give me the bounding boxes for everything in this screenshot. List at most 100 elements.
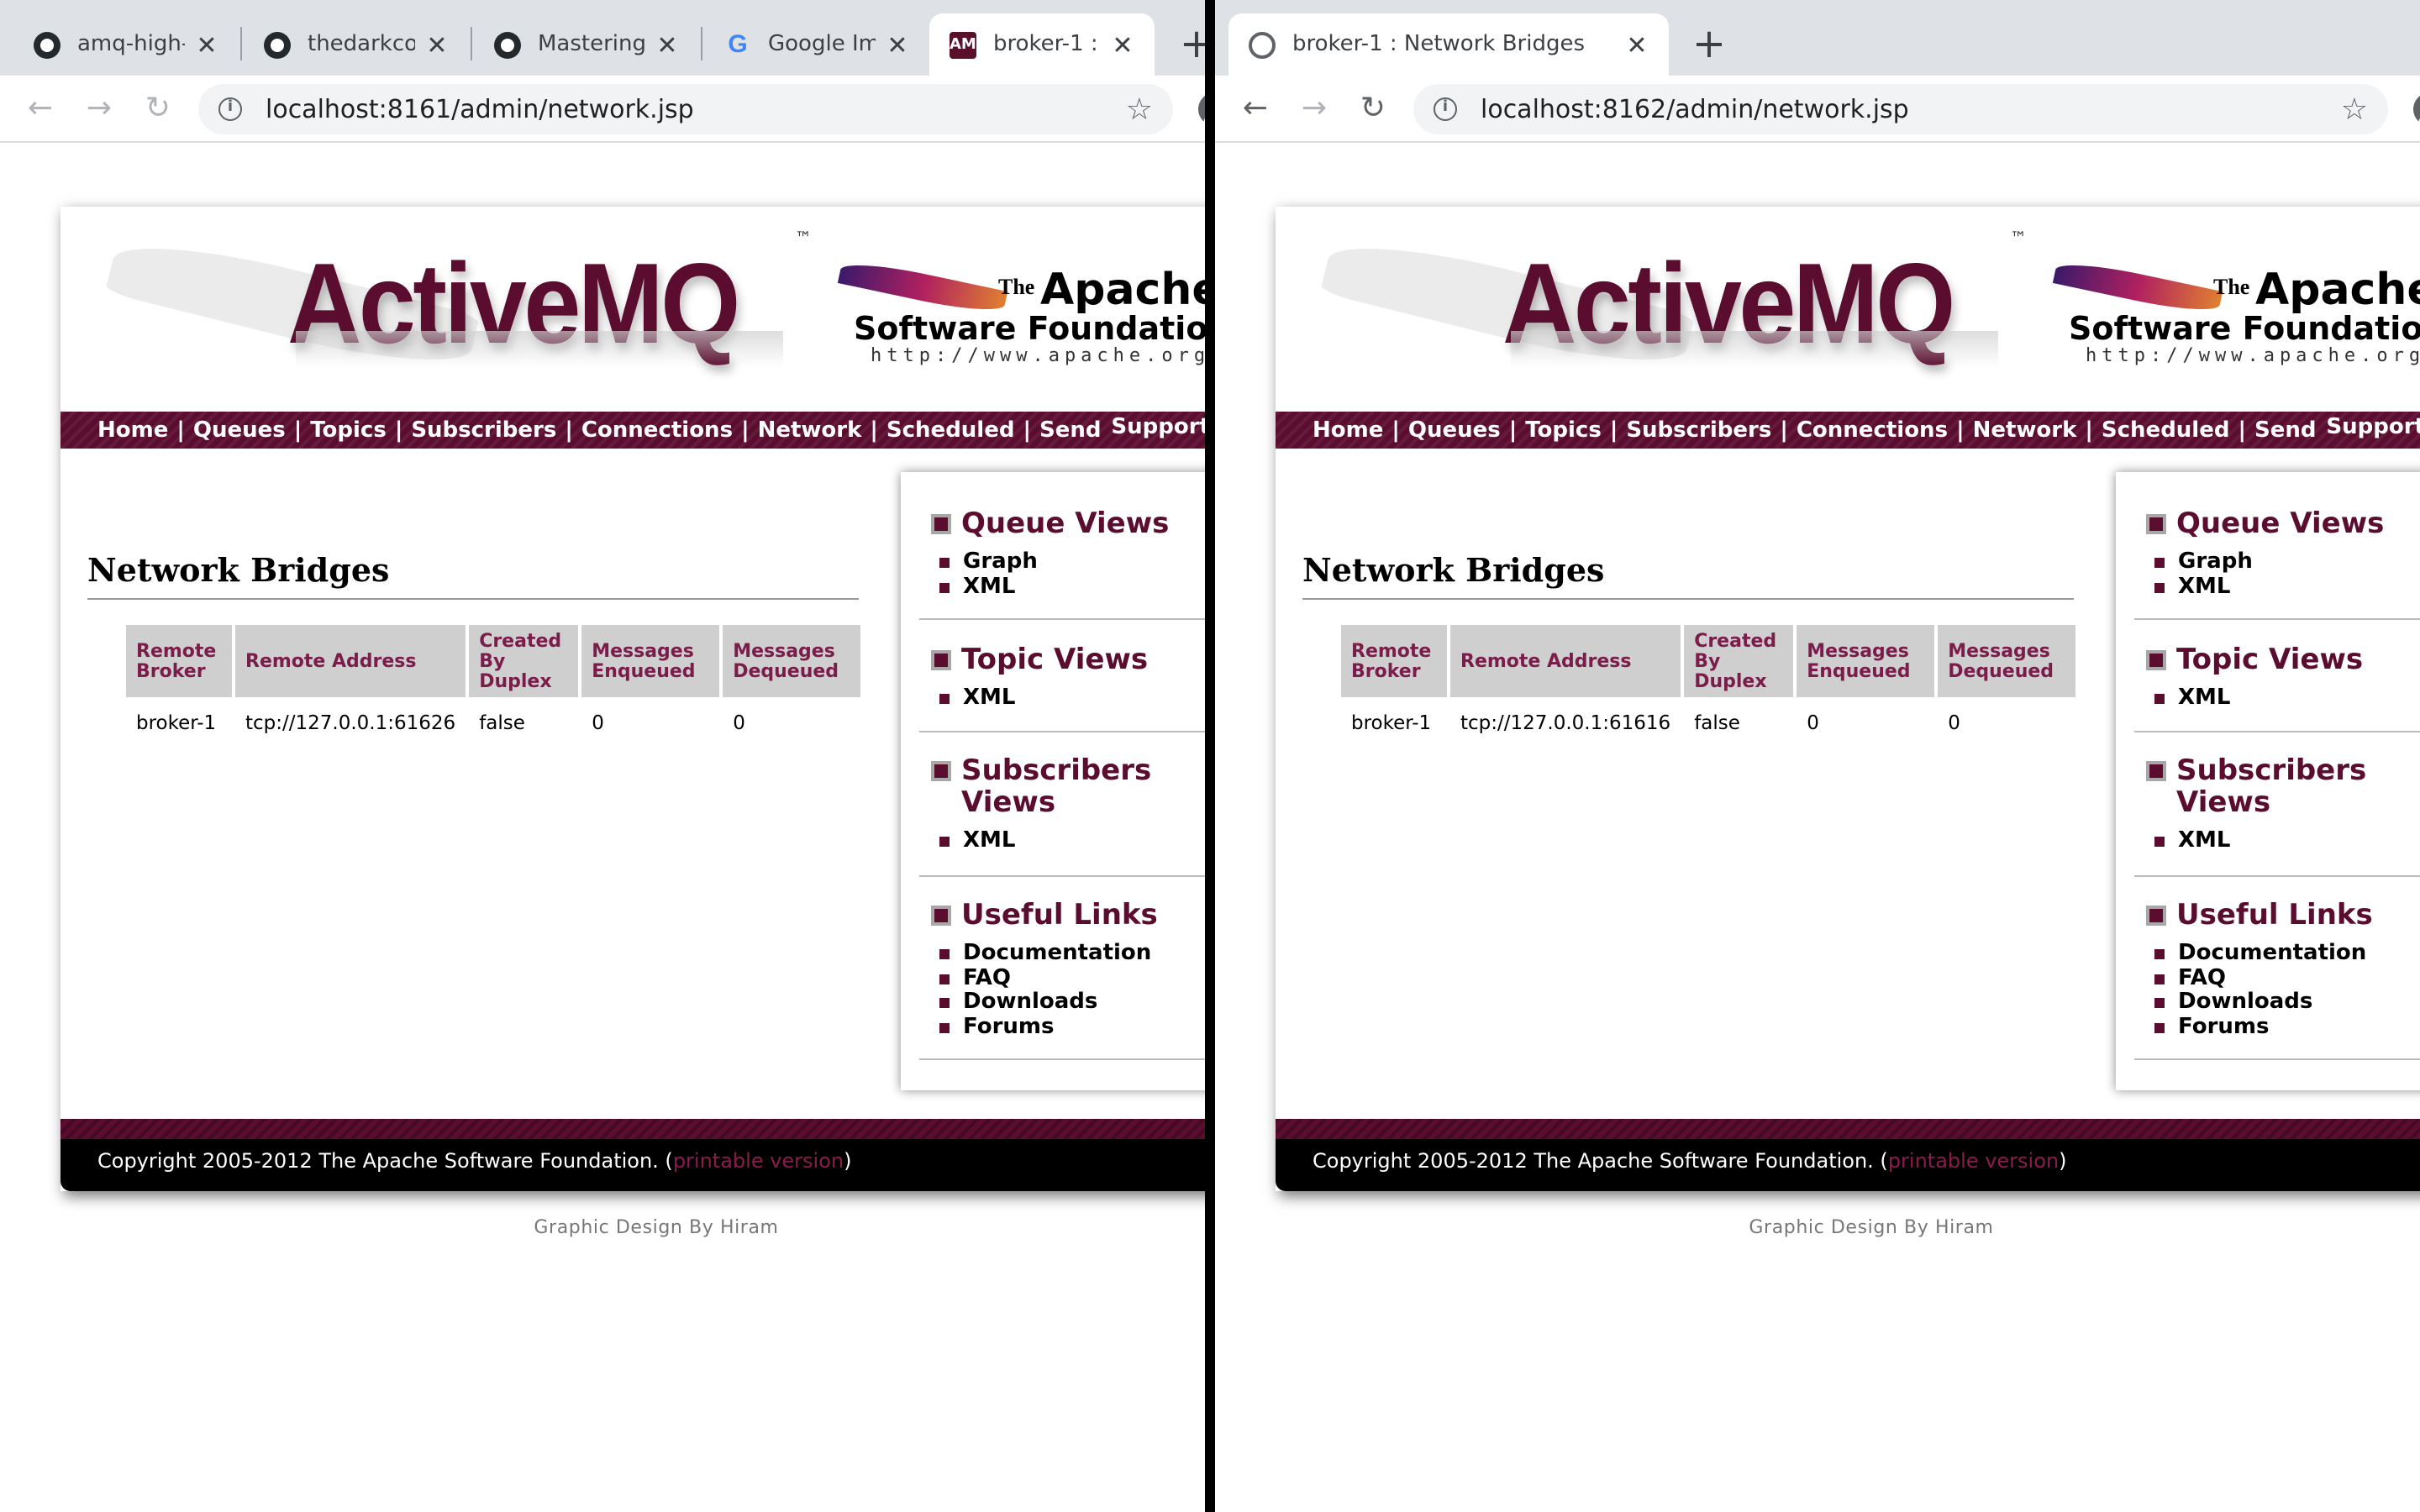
section-bullet-icon [931, 906, 951, 926]
forward-icon[interactable]: → [79, 89, 119, 129]
col-remote-address[interactable]: Remote Address [1450, 625, 1681, 697]
nav-scheduled[interactable]: Scheduled [2102, 417, 2230, 443]
new-tab-button[interactable]: + [1686, 20, 1733, 67]
new-tab-button[interactable]: + [1173, 20, 1205, 67]
sidebar-link-documentation[interactable]: Documentation [939, 942, 1205, 967]
sidebar-link-graph[interactable]: Graph [2154, 550, 2420, 575]
globe-icon [1249, 31, 1276, 58]
printable-version-link[interactable]: printable version [673, 1149, 844, 1173]
sidebar-link-xml[interactable]: XML [939, 686, 1205, 711]
tab-separator [240, 27, 242, 60]
nav-topics[interactable]: Topics [1525, 417, 1602, 443]
tab-separator [471, 27, 472, 60]
asf-software-foundation[interactable]: Software Foundation [854, 311, 1205, 348]
sidebar-topic-views: Topic Views XML [2134, 644, 2420, 732]
nav-queues[interactable]: Queues [193, 417, 286, 443]
sidebar-link-xml[interactable]: XML [939, 575, 1205, 600]
col-remote-address[interactable]: Remote Address [235, 625, 466, 697]
nav-subscribers[interactable]: Subscribers [1626, 417, 1771, 443]
col-messages-dequeued[interactable]: Messages Dequeued [1938, 625, 2076, 697]
cell-remote-broker: broker-1 [1351, 711, 1432, 734]
bookmark-star-icon[interactable]: ☆ [2341, 92, 2368, 127]
nav-home[interactable]: Home [1313, 417, 1383, 443]
col-messages-dequeued[interactable]: Messages Dequeued [723, 625, 861, 697]
tab-mastering[interactable]: Mastering ✕ [474, 13, 699, 76]
nav-support[interactable]: Support [2326, 415, 2420, 440]
sidebar-subscribers-views: Subscribers Views XML [2134, 755, 2420, 877]
asf-apache[interactable]: Apache [1040, 265, 1205, 316]
cell-messages-dequeued: 0 [733, 711, 745, 734]
sidebar-link-faq[interactable]: FAQ [2154, 966, 2420, 991]
back-icon[interactable]: ← [1235, 89, 1276, 129]
sidebar-link-xml[interactable]: XML [939, 829, 1205, 854]
sidebar-link-xml[interactable]: XML [2154, 575, 2420, 600]
col-remote-broker[interactable]: Remote Broker [126, 625, 232, 697]
nav-topics[interactable]: Topics [310, 417, 387, 443]
sidebar-link-graph[interactable]: Graph [939, 550, 1205, 575]
section-title: Subscribers Views [961, 754, 1152, 820]
nav-connections[interactable]: Connections [581, 417, 733, 443]
close-icon[interactable]: ✕ [195, 29, 218, 60]
reload-icon[interactable]: ↻ [1353, 89, 1393, 129]
nav-subscribers[interactable]: Subscribers [411, 417, 556, 443]
sidebar-link-documentation[interactable]: Documentation [2154, 942, 2420, 967]
asf-apache[interactable]: Apache [2255, 265, 2420, 316]
close-icon[interactable]: ✕ [886, 29, 909, 60]
design-credit: Graphic Design By Hiram [534, 1216, 779, 1238]
design-credit: Graphic Design By Hiram [1749, 1216, 1994, 1238]
section-bullet-icon [931, 761, 951, 781]
profile-icon[interactable] [2413, 92, 2420, 126]
asf-url[interactable]: http://www.apache.org/ [2086, 344, 2420, 366]
url-text[interactable]: localhost:8162/admin/network.jsp [1481, 94, 2341, 124]
tab-google-images[interactable]: G Google Im ✕ [704, 13, 929, 76]
cell-messages-dequeued: 0 [1948, 711, 1960, 734]
nav-send[interactable]: Send [1039, 417, 1102, 443]
forward-icon[interactable]: → [1294, 89, 1334, 129]
close-icon[interactable]: ✕ [425, 29, 449, 60]
sidebar-link-xml[interactable]: XML [2154, 686, 2420, 711]
sidebar-link-downloads[interactable]: Downloads [939, 990, 1205, 1016]
sidebar-link-forums[interactable]: Forums [939, 1015, 1205, 1040]
section-bullet-icon [2146, 761, 2166, 781]
tab-broker-1-network-bridges[interactable]: broker-1 : Network Bridges ✕ [1228, 13, 1669, 76]
google-icon: G [728, 29, 748, 58]
col-created-by-duplex[interactable]: Created By Duplex [1684, 625, 1794, 697]
col-remote-broker[interactable]: Remote Broker [1341, 625, 1447, 697]
reload-icon[interactable]: ↻ [138, 89, 178, 129]
printable-version-link[interactable]: printable version [1888, 1149, 2059, 1173]
close-icon[interactable]: ✕ [655, 29, 679, 60]
address-bar[interactable]: i localhost:8162/admin/network.jsp ☆ [1413, 84, 2388, 134]
nav-send[interactable]: Send [2254, 417, 2317, 443]
col-created-by-duplex[interactable]: Created By Duplex [469, 625, 579, 697]
sidebar-link-forums[interactable]: Forums [2154, 1015, 2420, 1040]
nav-support[interactable]: Support [1111, 415, 1205, 440]
info-icon[interactable]: i [1434, 97, 1457, 121]
info-icon[interactable]: i [218, 97, 242, 121]
title-divider [1302, 598, 2074, 600]
sidebar-link-downloads[interactable]: Downloads [2154, 990, 2420, 1016]
tab-thedarkco[interactable]: thedarkco ✕ [244, 13, 469, 76]
bookmark-star-icon[interactable]: ☆ [1126, 92, 1153, 127]
tab-amq-high[interactable]: amq-high- ✕ [13, 13, 239, 76]
url-text[interactable]: localhost:8161/admin/network.jsp [266, 94, 1126, 124]
profile-icon[interactable] [1198, 92, 1205, 126]
nav-scheduled[interactable]: Scheduled [886, 417, 1015, 443]
tab-broker-1[interactable]: AMQ broker-1 : ✕ [929, 13, 1155, 76]
close-icon[interactable]: ✕ [1625, 29, 1649, 60]
section-bullet-icon [931, 650, 951, 670]
back-icon[interactable]: ← [20, 89, 60, 129]
nav-home[interactable]: Home [97, 417, 168, 443]
col-messages-enqueued[interactable]: Messages Enqueued [1797, 625, 1935, 697]
sidebar-link-xml[interactable]: XML [2154, 829, 2420, 854]
sidebar-queue-views: Queue Views Graph XML [2134, 508, 2420, 620]
sidebar-link-faq[interactable]: FAQ [939, 966, 1205, 991]
nav-network[interactable]: Network [1973, 417, 2077, 443]
asf-url[interactable]: http://www.apache.org/ [871, 344, 1205, 366]
asf-software-foundation[interactable]: Software Foundation [2069, 311, 2420, 348]
address-bar[interactable]: i localhost:8161/admin/network.jsp ☆ [198, 84, 1173, 134]
nav-queues[interactable]: Queues [1408, 417, 1501, 443]
nav-connections[interactable]: Connections [1797, 417, 1948, 443]
close-icon[interactable]: ✕ [1111, 29, 1134, 60]
nav-network[interactable]: Network [758, 417, 862, 443]
col-messages-enqueued[interactable]: Messages Enqueued [581, 625, 720, 697]
